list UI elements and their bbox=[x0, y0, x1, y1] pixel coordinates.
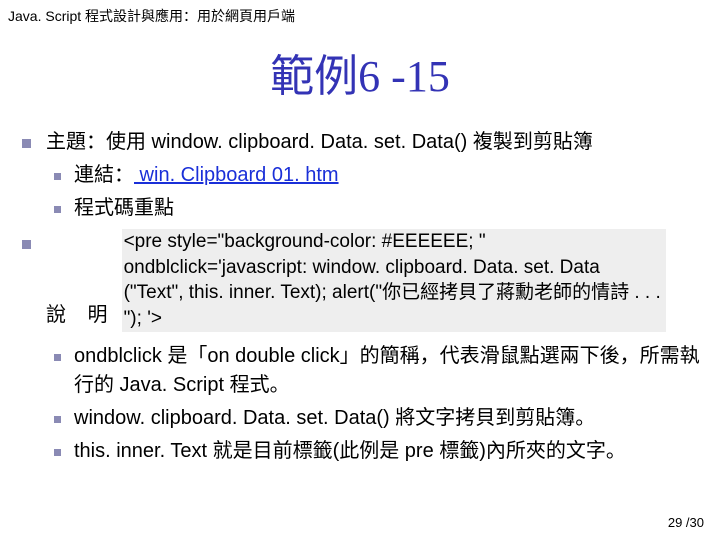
list-item: ondblclick 是「on double click」的簡稱，代表滑鼠點選兩… bbox=[46, 342, 706, 400]
square-bullet-icon bbox=[54, 354, 61, 361]
point-text: this. inner. Text 就是目前標籤(此例是 pre 標籤)內所夾的… bbox=[74, 440, 626, 462]
code-heading: 程式碼重點 bbox=[74, 197, 174, 219]
link-item: 連結： win. Clipboard 01. htm bbox=[46, 161, 706, 190]
list-item: this. inner. Text 就是目前標籤(此例是 pre 標籤)內所夾的… bbox=[46, 437, 706, 466]
page-number: 29 /30 bbox=[668, 515, 704, 530]
topic-item: 主題：使用 window. clipboard. Data. set. Data… bbox=[18, 128, 706, 223]
square-bullet-icon bbox=[54, 206, 61, 213]
page-title: 範例6 -15 bbox=[0, 40, 720, 104]
code-snippet: <pre style="background-color: #EEEEEE; "… bbox=[122, 229, 666, 332]
slide-content: 主題：使用 window. clipboard. Data. set. Data… bbox=[0, 128, 720, 466]
description-item: 說 明 <pre style="background-color: #EEEEE… bbox=[18, 229, 706, 466]
point-text: ondblclick 是「on double click」的簡稱，代表滑鼠點選兩… bbox=[74, 345, 700, 396]
square-bullet-icon bbox=[22, 139, 31, 148]
link-prefix: 連結： bbox=[74, 164, 134, 186]
square-bullet-icon bbox=[54, 449, 61, 456]
list-item: window. clipboard. Data. set. Data() 將文字… bbox=[46, 404, 706, 433]
square-bullet-icon bbox=[54, 173, 61, 180]
description-label: 說 明 bbox=[46, 301, 116, 332]
topic-text: 主題：使用 window. clipboard. Data. set. Data… bbox=[46, 131, 593, 153]
breadcrumb: Java. Script 程式設計與應用：用於網頁用戶端 bbox=[0, 0, 720, 36]
square-bullet-icon bbox=[54, 416, 61, 423]
code-heading-item: 程式碼重點 bbox=[46, 194, 706, 223]
square-bullet-icon bbox=[22, 240, 31, 249]
point-text: window. clipboard. Data. set. Data() 將文字… bbox=[74, 407, 595, 429]
example-link[interactable]: win. Clipboard 01. htm bbox=[134, 164, 339, 186]
